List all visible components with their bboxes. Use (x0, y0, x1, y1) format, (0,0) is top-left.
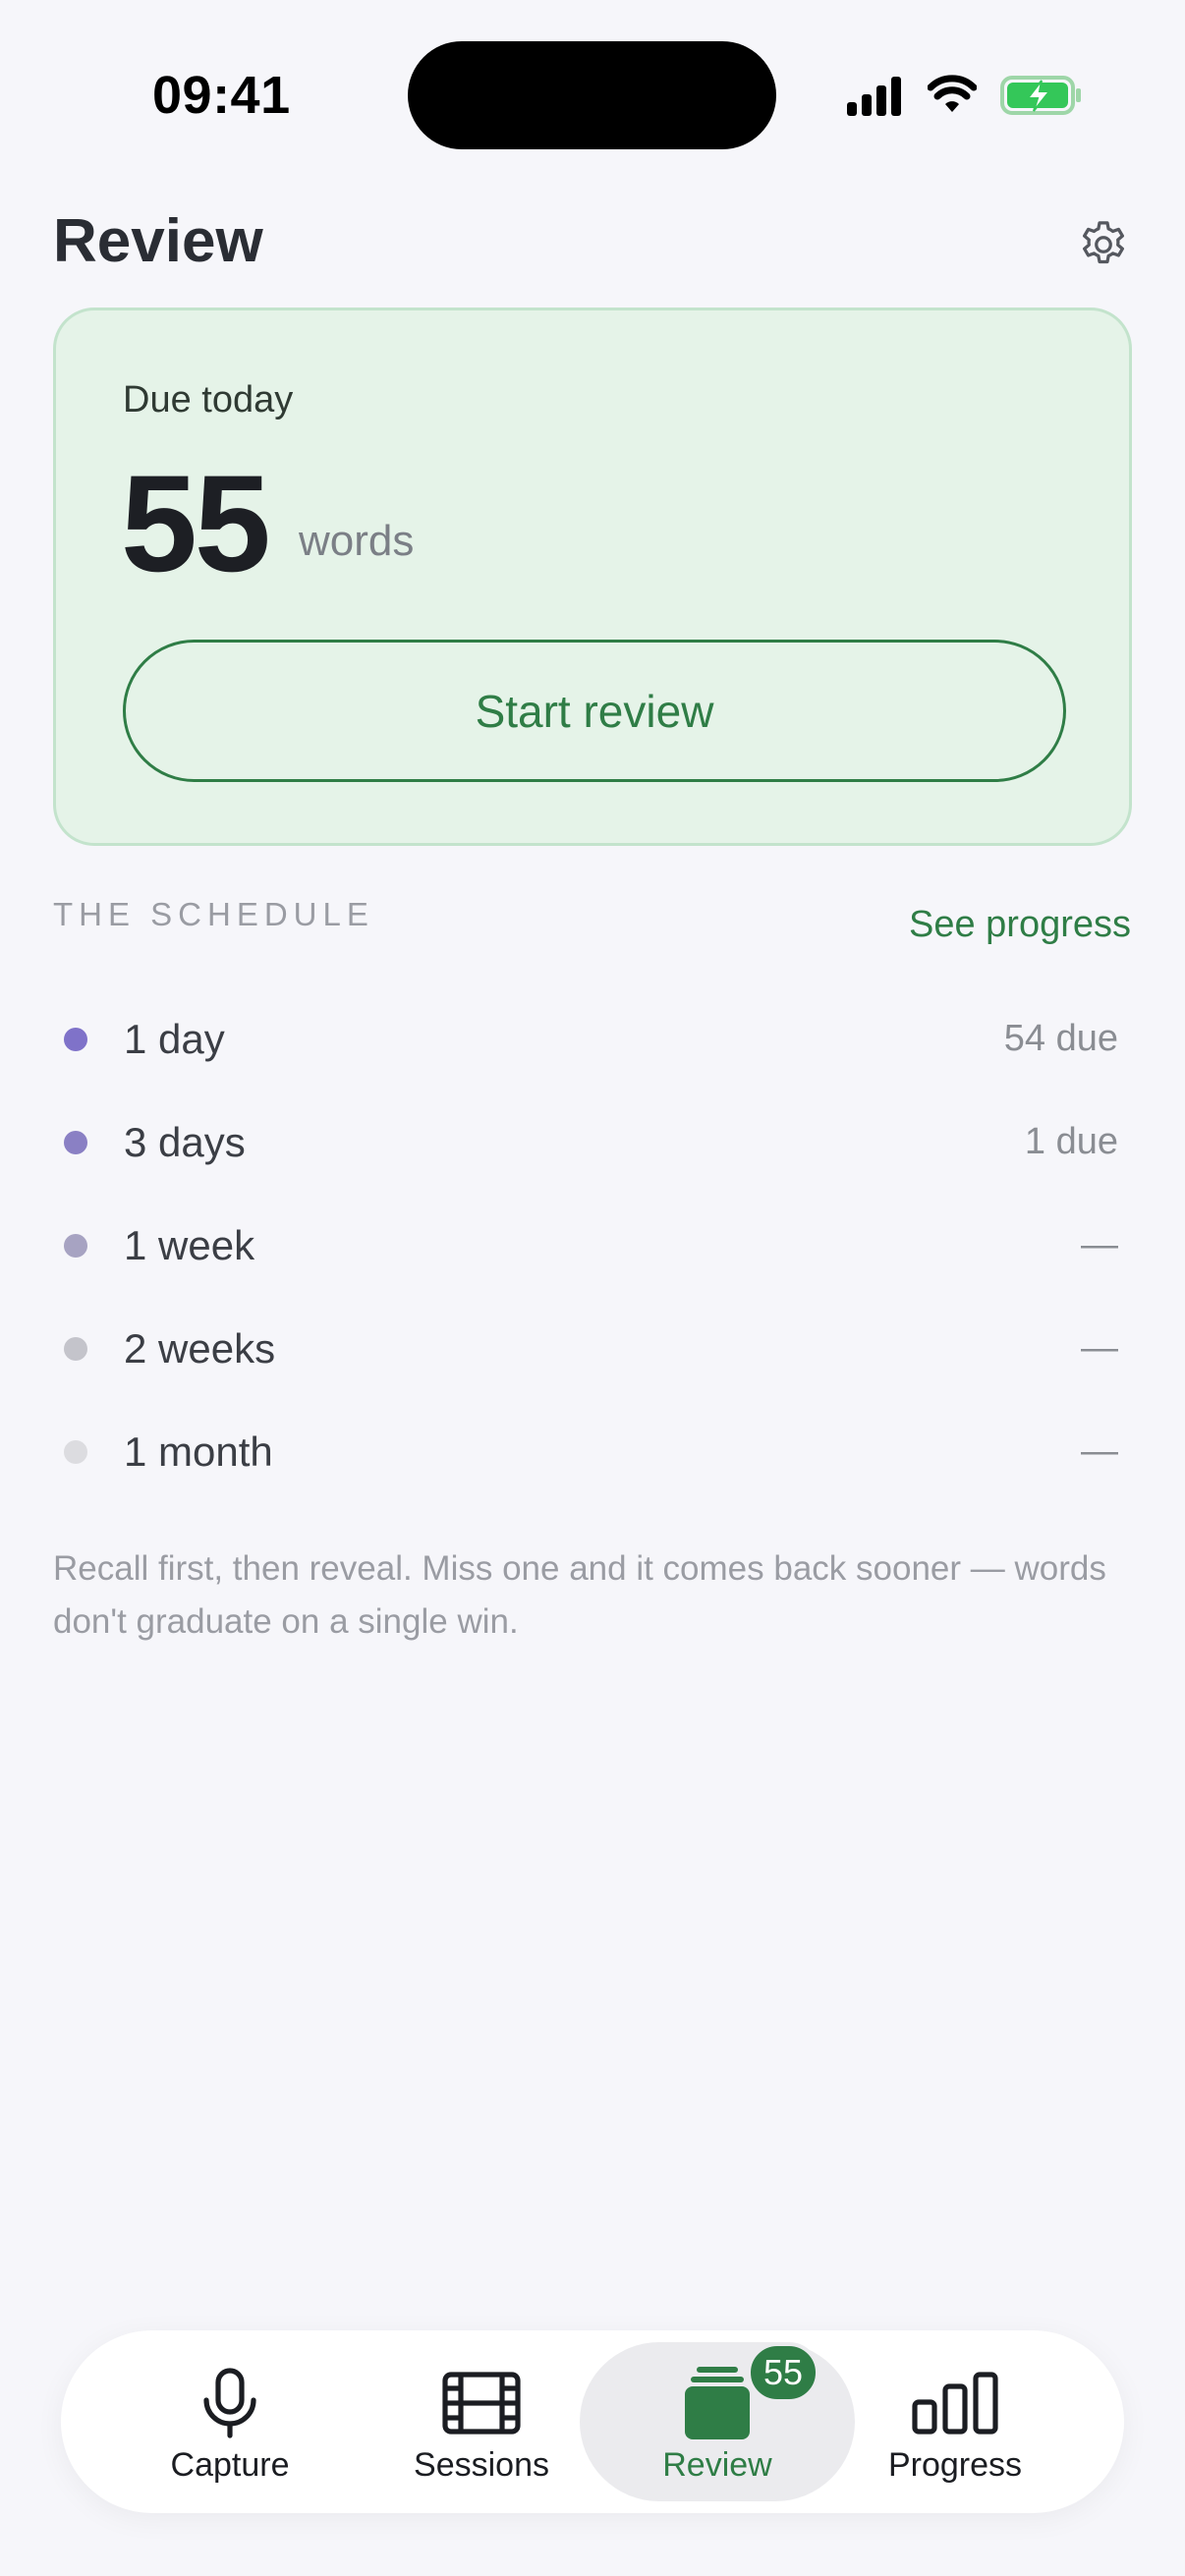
tab-label: Sessions (414, 2446, 549, 2484)
interval-dot (64, 1233, 87, 1258)
review-hint-text: Recall first, then reveal. Miss one and … (53, 1549, 1106, 1641)
schedule-row: 2 weeks — (53, 1297, 1118, 1400)
interval-due-count: — (1081, 1224, 1118, 1265)
gear-icon (1083, 221, 1125, 264)
wifi-icon (928, 75, 977, 112)
microphone-icon (200, 2364, 259, 2442)
due-today-card: Due today 55 words Start review (53, 308, 1132, 846)
interval-label: 1 week (124, 1221, 255, 1268)
bar-chart-icon (911, 2364, 999, 2442)
battery-charging-icon (1000, 76, 1081, 115)
interval-dot (64, 1439, 87, 1464)
tab-label: Progress (887, 2446, 1023, 2484)
schedule-list: 1 day 54 due 3 days 1 due 1 week — 2 wee… (53, 987, 1118, 1503)
bottom-tab-bar: Capture Sessions Review 55 Progress (61, 2330, 1124, 2513)
page-title: Review (53, 207, 263, 275)
interval-due-count: 54 due (1003, 1018, 1118, 1059)
dynamic-island (408, 41, 776, 149)
schedule-row: 1 month — (53, 1400, 1118, 1503)
review-count-badge: 55 (747, 2342, 819, 2403)
cards-stack-icon (681, 2364, 754, 2442)
interval-due-count: 1 due (1024, 1121, 1118, 1162)
interval-dot (64, 1336, 87, 1361)
schedule-section-label: THE SCHEDULE (53, 896, 374, 932)
interval-due-count: — (1081, 1327, 1118, 1369)
start-review-button[interactable]: Start review (123, 640, 1066, 782)
tab-progress[interactable]: Progress (818, 2342, 1093, 2501)
review-screen: 09:41 Review Due today 55 words Start re… (0, 0, 1185, 2576)
tab-capture[interactable]: Capture (92, 2342, 367, 2501)
interval-due-count: — (1081, 1430, 1118, 1472)
interval-label: 1 day (124, 1015, 225, 1062)
interval-label: 3 days (124, 1118, 246, 1165)
schedule-row: 1 week — (53, 1194, 1118, 1297)
cellular-signal-icon (847, 77, 901, 116)
interval-dot (64, 1130, 87, 1154)
film-icon (441, 2364, 522, 2442)
interval-label: 1 month (124, 1428, 273, 1475)
status-time: 09:41 (152, 66, 291, 125)
due-count: 55 (121, 446, 271, 600)
tab-label: Capture (170, 2446, 290, 2484)
interval-dot (64, 1027, 87, 1051)
due-today-label: Due today (123, 379, 294, 420)
schedule-row: 3 days 1 due (53, 1091, 1118, 1194)
interval-label: 2 weeks (124, 1324, 276, 1372)
schedule-row: 1 day 54 due (53, 987, 1118, 1091)
tab-sessions[interactable]: Sessions (344, 2342, 619, 2501)
tab-review[interactable]: Review 55 (580, 2342, 855, 2501)
tab-label: Review (662, 2446, 772, 2484)
due-unit: words (299, 517, 415, 565)
settings-button[interactable] (1071, 212, 1136, 277)
see-progress-link[interactable]: See progress (909, 904, 1131, 946)
